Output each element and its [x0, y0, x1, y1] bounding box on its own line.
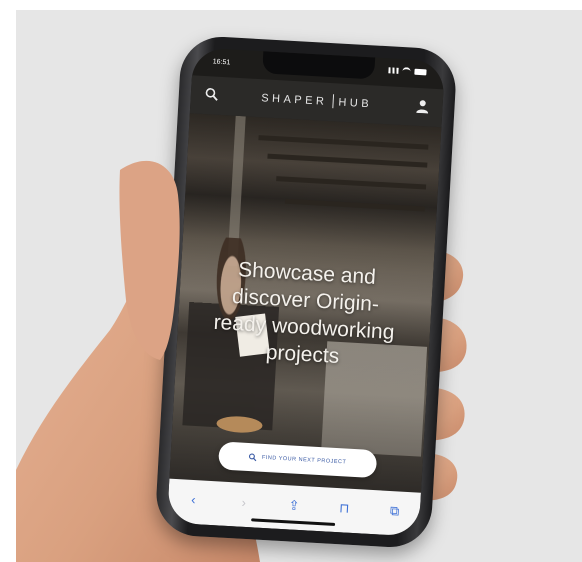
site-logo[interactable]: SHAPER HUB	[191, 86, 443, 114]
hero-headline: Showcase and discover Origin- ready wood…	[213, 258, 395, 368]
bookmarks-icon[interactable]: ⊓	[334, 500, 355, 517]
brand-divider	[332, 94, 334, 109]
wifi-icon	[402, 67, 411, 76]
share-icon[interactable]: ⇪	[284, 497, 305, 514]
status-time: 16:51	[212, 58, 231, 67]
back-icon[interactable]: ‹	[183, 491, 204, 507]
brand-right: HUB	[338, 96, 373, 111]
brand-left: SHAPER	[260, 92, 328, 108]
home-indicator[interactable]	[251, 518, 336, 526]
find-project-label: FIND YOUR NEXT PROJECT	[261, 454, 347, 466]
search-icon	[249, 453, 257, 462]
signal-icon	[388, 67, 399, 74]
user-icon[interactable]	[416, 99, 429, 114]
hero-section: Showcase and discover Origin- ready wood…	[169, 113, 442, 493]
phone-screen: 16:51 SHAPER HUB Showcase and discover O…	[166, 47, 446, 537]
battery-icon	[414, 68, 427, 76]
forward-icon[interactable]: ›	[233, 494, 254, 510]
phone: 16:51 SHAPER HUB Showcase and discover O…	[154, 34, 458, 550]
tabs-icon[interactable]: ⧉	[384, 503, 405, 520]
